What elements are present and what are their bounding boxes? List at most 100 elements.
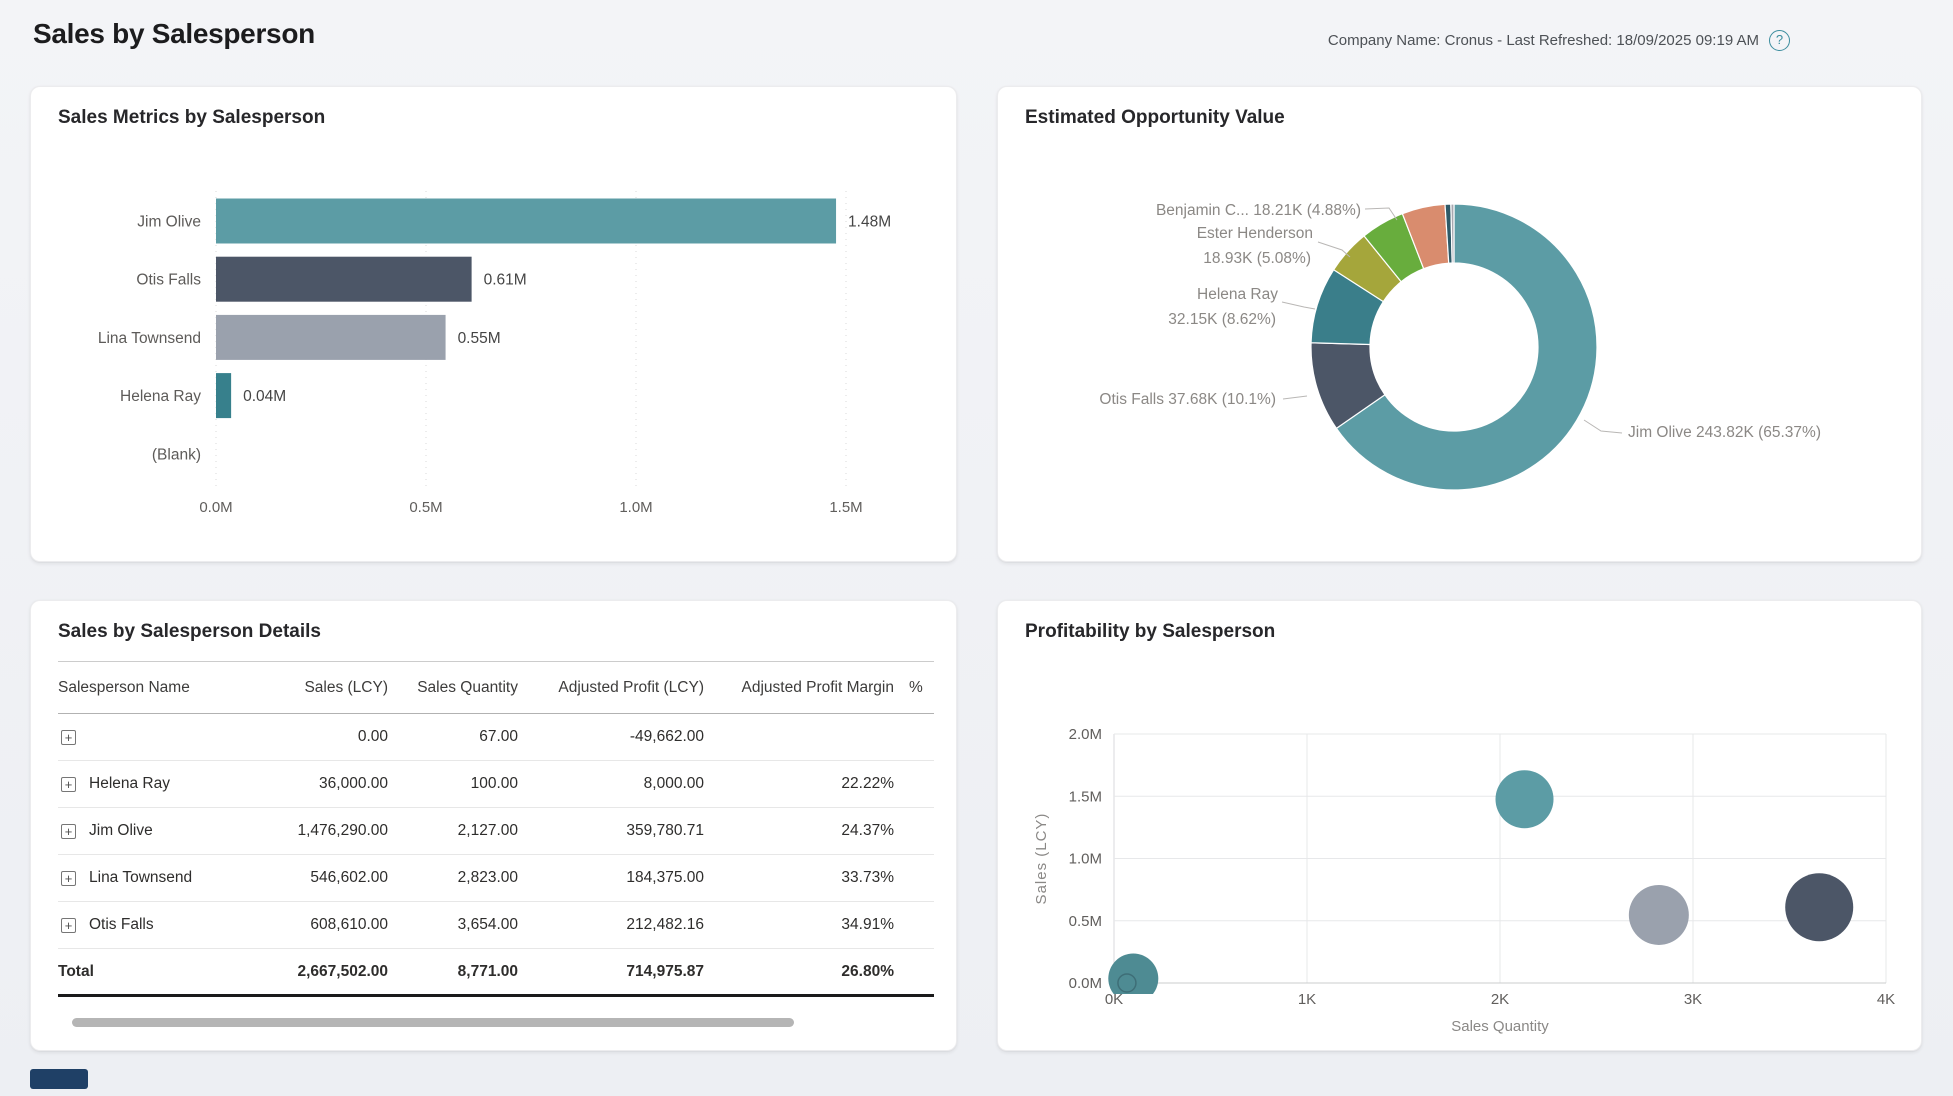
table-total-row: Total2,667,502.008,771.00714,975.8726.80… <box>58 949 934 996</box>
scatter-y-axis-title: Sales (LCY) <box>1033 813 1050 905</box>
scatter-x-axis-title: Sales Quantity <box>1451 1018 1549 1035</box>
donut-label: Benjamin C... 18.21K (4.88%) <box>1156 202 1361 219</box>
bar-chart: 0.0M 0.5M 1.0M 1.5M Jim Olive 1.48M Otis Falls… <box>31 87 958 563</box>
cell-sales: 546,602.00 <box>238 855 388 902</box>
table-row: +Helena Ray36,000.00100.008,000.0022.22% <box>58 761 934 808</box>
cell-margin: 34.91% <box>704 902 894 949</box>
cell-quantity: 67.00 <box>388 714 518 761</box>
cell-margin: 22.22% <box>704 761 894 808</box>
donut-callout-line <box>1282 302 1315 309</box>
expand-row-button[interactable]: + <box>61 871 76 886</box>
bar-x-tick-label: 1.0M <box>619 499 652 516</box>
donut-label-value: 32.15K (8.62%) <box>1168 311 1276 328</box>
salesperson-name: Otis Falls <box>89 916 154 934</box>
scatter-x-tick-label: 4K <box>1877 991 1895 1008</box>
bar-category-label: Jim Olive <box>137 214 201 231</box>
scatter-y-tick-label: 0.0M <box>1069 975 1102 992</box>
donut-callout-line <box>1283 396 1307 399</box>
panel-opportunity-value: Estimated Opportunity Value Jim Olive 24… <box>997 86 1922 562</box>
report-status-bar: Company Name: Cronus - Last Refreshed: 1… <box>1328 30 1790 51</box>
cell-name: +Jim Olive <box>58 808 238 855</box>
bubble-lina-townsend[interactable] <box>1629 885 1689 945</box>
panel-sales-metrics: Sales Metrics by Salesperson 0.0M0.5M1.0… <box>30 86 957 562</box>
help-icon[interactable]: ? <box>1769 30 1790 51</box>
total-quantity: 8,771.00 <box>388 949 518 996</box>
table-row: +Jim Olive1,476,290.002,127.00359,780.71… <box>58 808 934 855</box>
column-header-adjusted-profit-margin[interactable]: Adjusted Profit Margin <box>704 662 894 714</box>
cell-margin: 33.73% <box>704 855 894 902</box>
salesperson-name: Lina Townsend <box>89 869 192 887</box>
scatter-y-tick-label: 0.5M <box>1069 913 1102 930</box>
expand-row-button[interactable]: + <box>61 730 76 745</box>
table-row: +Lina Townsend546,602.002,823.00184,375.… <box>58 855 934 902</box>
cell-name: + Helena Ray <box>58 761 238 808</box>
total-margin: 26.80% <box>704 949 894 996</box>
bar-category-label: Otis Falls <box>136 272 201 289</box>
bar-x-tick-label: 1.5M <box>829 499 862 516</box>
scatter-y-tick-label: 2.0M <box>1069 726 1102 743</box>
donut-label-value: 18.93K (5.08%) <box>1203 250 1311 267</box>
cell-name: + Lina Townsend <box>58 855 238 902</box>
scatter-x-tick-label: 3K <box>1684 991 1702 1008</box>
panel-profitability: Profitability by Salesperson 2.0M1.5M1.0… <box>997 600 1922 1051</box>
cell-sales: 608,610.00 <box>238 902 388 949</box>
scatter-y-tick-label: 1.0M <box>1069 851 1102 868</box>
page-scrollbar-thumb[interactable] <box>30 1069 88 1089</box>
bar-lina-townsend[interactable] <box>216 315 446 360</box>
cell-sales: 36,000.00 <box>238 761 388 808</box>
donut-label: Ester Henderson <box>1197 225 1313 242</box>
expand-row-button[interactable]: + <box>61 824 76 839</box>
bar-value-label: 0.55M <box>458 330 501 347</box>
cell-sales: 0.00 <box>238 714 388 761</box>
bar-otis-falls[interactable] <box>216 257 472 302</box>
table-row: +Otis Falls608,610.003,654.00212,482.163… <box>58 902 934 949</box>
cell-quantity: 100.00 <box>388 761 518 808</box>
column-header-salesperson-name[interactable]: Salesperson Name <box>58 662 238 714</box>
scatter-y-tick-label: 1.5M <box>1069 788 1102 805</box>
cell-profit: 184,375.00 <box>518 855 704 902</box>
panel-details-table: Sales by Salesperson Details Salesperson… <box>30 600 957 1051</box>
company-refresh-text: Company Name: Cronus - Last Refreshed: 1… <box>1328 32 1759 49</box>
bar-category-label: Lina Townsend <box>98 330 201 347</box>
donut-label: Otis Falls 37.68K (10.1%) <box>1099 391 1276 408</box>
details-table: Salesperson NameSales (LCY)Sales Quantit… <box>58 661 934 997</box>
cell-profit: 359,780.71 <box>518 808 704 855</box>
bar-value-label: 0.61M <box>484 272 527 289</box>
bar-jim-olive[interactable] <box>216 199 836 244</box>
cell-margin: 24.37% <box>704 808 894 855</box>
column-header-sales-lcy-[interactable]: Sales (LCY) <box>238 662 388 714</box>
cell-name: + <box>58 714 238 761</box>
cell-name: + Otis Falls <box>58 902 238 949</box>
bar-category-label: (Blank) <box>152 446 201 463</box>
scatter-chart: 2.0M1.5M1.0M0.5M0.0M0K1K2K3K4KSales Quan… <box>998 601 1923 1052</box>
expand-row-button[interactable]: + <box>61 777 76 792</box>
cell-margin <box>704 714 894 761</box>
cell-quantity: 2,127.00 <box>388 808 518 855</box>
bar-x-tick-label: 0.5M <box>409 499 442 516</box>
total-pct <box>894 949 934 996</box>
scatter-x-tick-label: 2K <box>1491 991 1509 1008</box>
scatter-x-tick-label: 1K <box>1298 991 1316 1008</box>
column-header-sales-quantity[interactable]: Sales Quantity <box>388 662 518 714</box>
donut-label: Helena Ray <box>1197 286 1278 303</box>
bar-value-label: 0.04M <box>243 388 286 405</box>
column-header-adjusted-profit-lcy-[interactable]: Adjusted Profit (LCY) <box>518 662 704 714</box>
table-horizontal-scrollbar[interactable] <box>72 1018 794 1027</box>
bar-value-label: 1.48M <box>848 214 891 231</box>
table-row: +0.0067.00-49,662.00 <box>58 714 934 761</box>
salesperson-name: Helena Ray <box>89 775 170 793</box>
cell-pct <box>894 714 934 761</box>
bubble-jim-olive[interactable] <box>1496 770 1554 828</box>
bar-x-tick-label: 0.0M <box>199 499 232 516</box>
column-header-pct[interactable]: % <box>894 662 934 714</box>
expand-row-button[interactable]: + <box>61 918 76 933</box>
donut-label: Jim Olive 243.82K (65.37%) <box>1628 424 1821 441</box>
donut-chart: Jim Olive 243.82K (65.37%) Otis Falls 37.… <box>998 87 1923 563</box>
cell-pct <box>894 761 934 808</box>
bar-helena-ray[interactable] <box>216 373 231 418</box>
total-sales: 2,667,502.00 <box>238 949 388 996</box>
cell-profit: -49,662.00 <box>518 714 704 761</box>
total-profit: 714,975.87 <box>518 949 704 996</box>
bubble-otis-falls[interactable] <box>1785 873 1853 941</box>
cell-quantity: 3,654.00 <box>388 902 518 949</box>
